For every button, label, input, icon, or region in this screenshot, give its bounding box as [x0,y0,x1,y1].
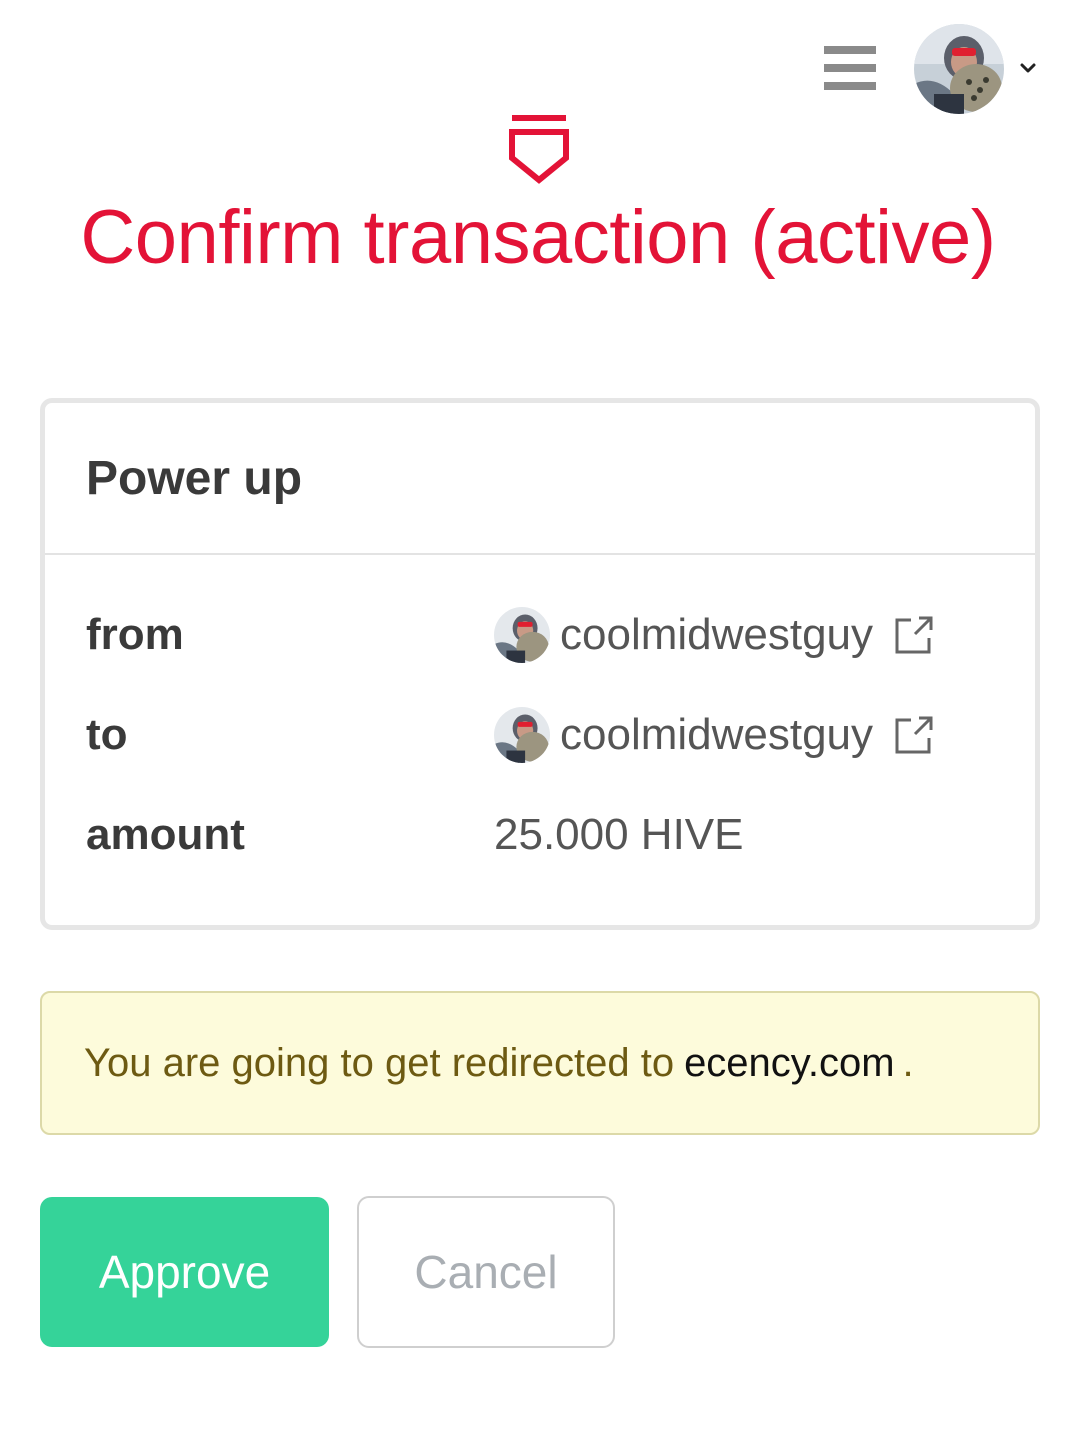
avatar [494,607,550,663]
hive-shield-icon [509,115,569,184]
operation-title: Power up [86,451,303,505]
page: Confirm transaction (active) Power up fr… [0,0,1076,1431]
page-title: Confirm transaction (active) [80,195,996,280]
field-row-amount: amount 25.000 HIVE [86,805,986,865]
field-label: from [86,610,184,659]
redirect-notice: You are going to get redirected to ecenc… [40,991,1040,1135]
external-link-icon[interactable] [893,714,935,756]
approve-button[interactable]: Approve [40,1197,329,1347]
operation-card: Power up from coolmidwestguy to coolmidw… [40,398,1040,930]
account-link[interactable]: coolmidwestguy [560,605,873,665]
field-label: to [86,710,128,759]
operation-header: Power up [45,403,1035,555]
notice-text: You are going to get redirected to [84,1040,675,1085]
external-link-icon[interactable] [893,614,935,656]
account-menu[interactable] [914,24,1044,116]
redirect-domain: ecency.com [684,1040,895,1085]
field-label: amount [86,810,245,859]
account-link[interactable]: coolmidwestguy [560,705,873,765]
cancel-button[interactable]: Cancel [357,1196,615,1348]
menu-bar [824,46,876,54]
field-row-to: to coolmidwestguy [86,705,986,765]
notice-suffix: . [902,1040,914,1085]
field-value: coolmidwestguy [494,605,935,665]
menu-bar [824,64,876,72]
field-value: 25.000 HIVE [494,805,744,865]
hamburger-menu-icon[interactable] [824,46,876,90]
menu-bar [824,82,876,90]
amount-value: 25.000 HIVE [494,810,744,859]
chevron-down-icon [1020,63,1036,73]
field-row-from: from coolmidwestguy [86,605,986,665]
field-value: coolmidwestguy [494,705,935,765]
avatar [494,707,550,763]
avatar [914,24,1004,114]
